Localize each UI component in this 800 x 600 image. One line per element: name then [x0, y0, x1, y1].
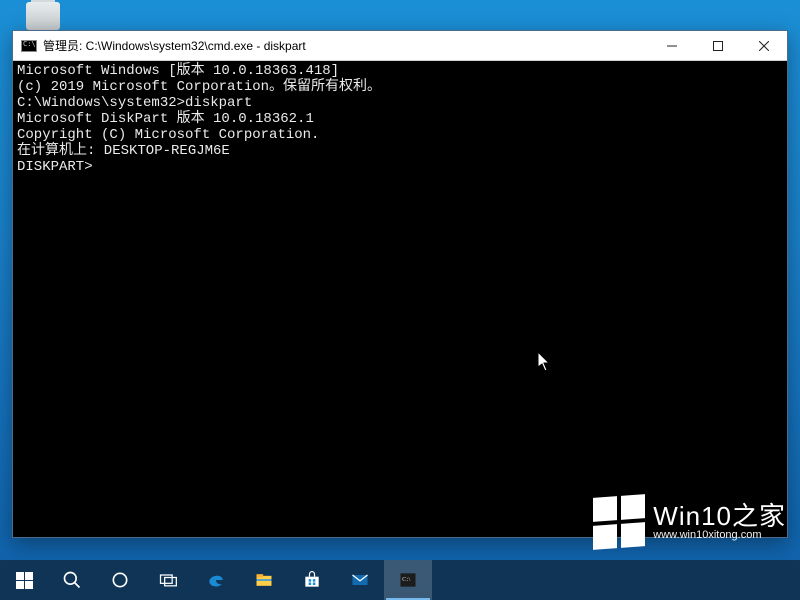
- start-icon: [16, 572, 33, 589]
- recycle-bin-icon: [26, 2, 60, 30]
- cmd-app-icon: [21, 40, 37, 52]
- terminal-line: Microsoft Windows [版本 10.0.18363.418]: [17, 63, 783, 79]
- search-button[interactable]: [48, 560, 96, 600]
- recycle-bin[interactable]: [18, 2, 68, 30]
- windows-logo-icon: [593, 494, 645, 550]
- window-title: 管理员: C:\Windows\system32\cmd.exe - diskp…: [43, 37, 306, 54]
- search-icon: [62, 570, 82, 590]
- taskbar: C:\: [0, 560, 800, 600]
- desktop: 管理员: C:\Windows\system32\cmd.exe - diskp…: [0, 0, 800, 600]
- cmd-icon: C:\: [398, 570, 418, 590]
- minimize-button[interactable]: [649, 31, 695, 61]
- explorer-button[interactable]: [240, 560, 288, 600]
- cortana-icon: [110, 570, 130, 590]
- store-icon: [302, 570, 322, 590]
- watermark: Win10之家 www.win10xitong.com: [593, 496, 786, 548]
- store-button[interactable]: [288, 560, 336, 600]
- mail-icon: [350, 570, 370, 590]
- svg-text:C:\: C:\: [402, 576, 410, 583]
- maximize-icon: [713, 41, 723, 51]
- close-icon: [759, 41, 769, 51]
- cmd-taskbar-button[interactable]: C:\: [384, 560, 432, 600]
- taskview-icon: [158, 570, 178, 590]
- edge-button[interactable]: [192, 560, 240, 600]
- terminal-line: 在计算机上: DESKTOP-REGJM6E: [17, 143, 783, 159]
- maximize-button[interactable]: [695, 31, 741, 61]
- explorer-icon: [254, 570, 274, 590]
- watermark-brand: Win10之家: [653, 503, 786, 530]
- close-button[interactable]: [741, 31, 787, 61]
- cortana-button[interactable]: [96, 560, 144, 600]
- terminal-line: C:\Windows\system32>diskpart: [17, 95, 783, 111]
- start-button[interactable]: [0, 560, 48, 600]
- terminal-line: Microsoft DiskPart 版本 10.0.18362.1: [17, 111, 783, 127]
- taskview-button[interactable]: [144, 560, 192, 600]
- watermark-url: www.win10xitong.com: [653, 530, 786, 542]
- edge-icon: [206, 570, 226, 590]
- mail-button[interactable]: [336, 560, 384, 600]
- titlebar[interactable]: 管理员: C:\Windows\system32\cmd.exe - diskp…: [13, 31, 787, 61]
- terminal-line: DISKPART>: [17, 159, 783, 175]
- terminal-line: Copyright (C) Microsoft Corporation.: [17, 127, 783, 143]
- terminal-body[interactable]: Microsoft Windows [版本 10.0.18363.418](c)…: [13, 61, 787, 537]
- terminal-line: (c) 2019 Microsoft Corporation。保留所有权利。: [17, 79, 783, 95]
- cmd-window: 管理员: C:\Windows\system32\cmd.exe - diskp…: [12, 30, 788, 538]
- minimize-icon: [667, 41, 677, 51]
